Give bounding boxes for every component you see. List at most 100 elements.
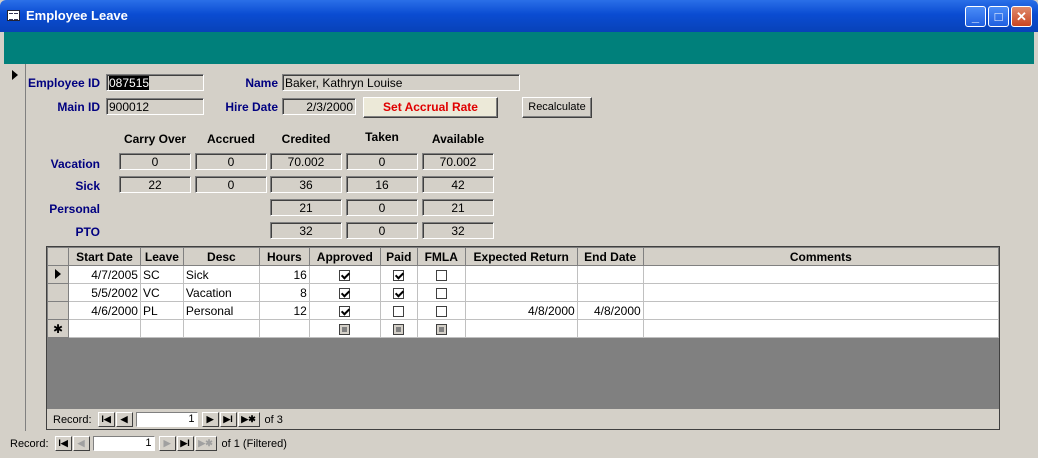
- start-date-cell[interactable]: 4/7/2005: [67, 265, 141, 284]
- close-button[interactable]: ✕: [1011, 6, 1032, 27]
- sick-carry-over[interactable]: 22: [119, 176, 191, 193]
- fmla-checkbox[interactable]: [435, 287, 447, 299]
- leave-cell[interactable]: SC: [139, 265, 184, 284]
- vacation-available[interactable]: 70.002: [422, 153, 494, 170]
- last-record-button[interactable]: ▶I: [219, 412, 237, 427]
- vacation-accrued[interactable]: 0: [195, 153, 267, 170]
- employee-id-field[interactable]: 087515: [106, 74, 204, 91]
- name-field[interactable]: Baker, Kathryn Louise: [282, 74, 520, 91]
- vacation-taken[interactable]: 0: [346, 153, 418, 170]
- previous-record-button[interactable]: ◀: [72, 436, 90, 451]
- hours-cell[interactable]: [258, 319, 310, 338]
- expected-return-cell[interactable]: [464, 265, 578, 284]
- current-record-icon: [12, 70, 18, 80]
- maximize-button[interactable]: □: [988, 6, 1009, 27]
- new-record-button[interactable]: ▶✱: [194, 436, 217, 451]
- expected-return-cell[interactable]: 4/8/2000: [464, 301, 578, 320]
- expected-return-cell[interactable]: [464, 283, 578, 302]
- column-header[interactable]: Expected Return: [464, 247, 578, 266]
- sick-credited[interactable]: 36: [270, 176, 342, 193]
- table-row[interactable]: 5/5/2002 VC Vacation 8: [47, 283, 999, 302]
- first-record-button[interactable]: I◀: [54, 436, 72, 451]
- comments-cell[interactable]: [642, 301, 999, 320]
- sick-accrued[interactable]: 0: [195, 176, 267, 193]
- paid-checkbox[interactable]: [393, 287, 405, 299]
- record-selector[interactable]: [4, 64, 26, 431]
- column-header[interactable]: Leave: [139, 247, 184, 266]
- next-record-button[interactable]: ▶: [158, 436, 176, 451]
- record-number-input[interactable]: 1: [92, 436, 155, 451]
- new-record-row[interactable]: ✱: [47, 319, 999, 338]
- personal-taken[interactable]: 0: [346, 199, 418, 216]
- column-header[interactable]: Comments: [642, 247, 999, 266]
- table-row[interactable]: 4/6/2000 PL Personal 12 4/8/2000 4/8/200…: [47, 301, 999, 320]
- set-accrual-rate-button[interactable]: Set Accrual Rate: [363, 97, 498, 118]
- hire-date-field[interactable]: 2/3/2000: [282, 98, 356, 115]
- paid-checkbox[interactable]: [393, 323, 405, 335]
- vacation-carry-over[interactable]: 0: [119, 153, 191, 170]
- expected-return-cell[interactable]: [464, 319, 578, 338]
- main-id-label: Main ID: [57, 100, 100, 114]
- vacation-credited[interactable]: 70.002: [270, 153, 342, 170]
- pto-available[interactable]: 32: [422, 222, 494, 239]
- leave-cell[interactable]: VC: [139, 283, 184, 302]
- personal-available[interactable]: 21: [422, 199, 494, 216]
- comments-cell[interactable]: [642, 283, 999, 302]
- comments-cell[interactable]: [642, 319, 999, 338]
- start-date-cell[interactable]: 5/5/2002: [67, 283, 141, 302]
- desc-cell[interactable]: Personal: [182, 301, 260, 320]
- personal-credited[interactable]: 21: [270, 199, 342, 216]
- approved-checkbox[interactable]: [339, 323, 351, 335]
- minimize-button[interactable]: _: [965, 6, 986, 27]
- table-row[interactable]: 4/7/2005 SC Sick 16: [47, 265, 999, 284]
- recalculate-button[interactable]: Recalculate: [522, 97, 592, 118]
- main-id-field[interactable]: 900012: [106, 98, 204, 115]
- title-bar[interactable]: Employee Leave _ □ ✕: [0, 0, 1038, 32]
- table-header-row: Start Date Leave Desc Hours Approved Pai…: [47, 247, 999, 266]
- column-header[interactable]: Hours: [258, 247, 310, 266]
- leave-cell[interactable]: [139, 319, 184, 338]
- column-header[interactable]: Desc: [182, 247, 260, 266]
- column-header[interactable]: Start Date: [67, 247, 141, 266]
- first-record-button[interactable]: I◀: [97, 412, 115, 427]
- last-record-button[interactable]: ▶I: [176, 436, 194, 451]
- paid-checkbox[interactable]: [393, 305, 405, 317]
- record-number-input[interactable]: 1: [135, 412, 198, 427]
- desc-cell[interactable]: Sick: [182, 265, 260, 284]
- end-date-cell[interactable]: [576, 319, 644, 338]
- column-header[interactable]: Paid: [379, 247, 418, 266]
- end-date-cell[interactable]: [576, 265, 644, 284]
- row-selector[interactable]: [47, 301, 69, 320]
- fmla-checkbox[interactable]: [435, 305, 447, 317]
- fmla-checkbox[interactable]: [435, 323, 447, 335]
- previous-record-button[interactable]: ◀: [115, 412, 133, 427]
- leave-cell[interactable]: PL: [139, 301, 184, 320]
- pto-taken[interactable]: 0: [346, 222, 418, 239]
- new-record-button[interactable]: ▶✱: [237, 412, 260, 427]
- start-date-cell[interactable]: 4/6/2000: [67, 301, 141, 320]
- row-selector[interactable]: [47, 265, 69, 284]
- fmla-checkbox[interactable]: [435, 269, 447, 281]
- column-header[interactable]: End Date: [576, 247, 644, 266]
- approved-checkbox[interactable]: [339, 287, 351, 299]
- end-date-cell[interactable]: 4/8/2000: [576, 301, 644, 320]
- row-selector[interactable]: [47, 283, 69, 302]
- comments-cell[interactable]: [642, 265, 999, 284]
- sick-available[interactable]: 42: [422, 176, 494, 193]
- hours-cell[interactable]: 8: [258, 283, 310, 302]
- desc-cell[interactable]: Vacation: [182, 283, 260, 302]
- hours-cell[interactable]: 12: [258, 301, 310, 320]
- approved-checkbox[interactable]: [339, 269, 351, 281]
- approved-checkbox[interactable]: [339, 305, 351, 317]
- desc-cell[interactable]: [182, 319, 260, 338]
- approved-cell: [308, 283, 381, 302]
- column-header[interactable]: Approved: [308, 247, 381, 266]
- hours-cell[interactable]: 16: [258, 265, 310, 284]
- pto-credited[interactable]: 32: [270, 222, 342, 239]
- paid-checkbox[interactable]: [393, 269, 405, 281]
- end-date-cell[interactable]: [576, 283, 644, 302]
- next-record-button[interactable]: ▶: [201, 412, 219, 427]
- start-date-cell[interactable]: [67, 319, 141, 338]
- sick-taken[interactable]: 16: [346, 176, 418, 193]
- column-header[interactable]: FMLA: [416, 247, 466, 266]
